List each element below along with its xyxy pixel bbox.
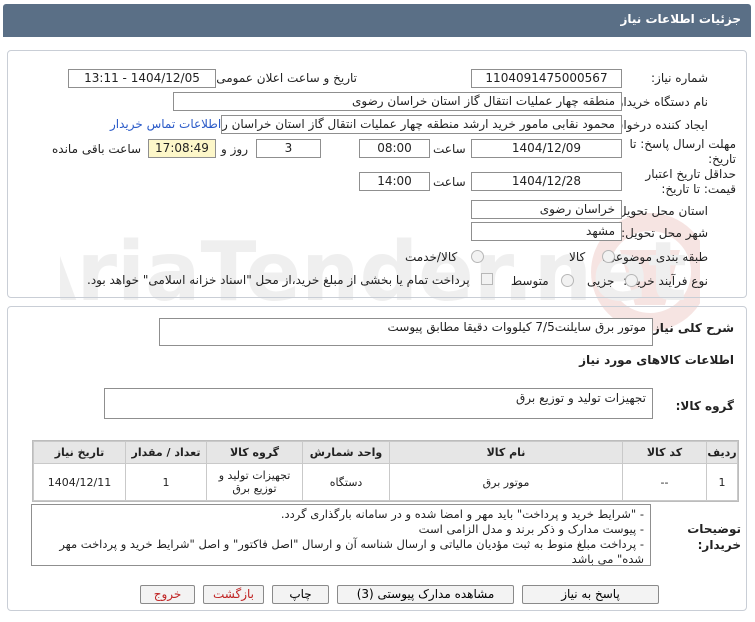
province-label: استان محل تحویل:	[613, 204, 708, 218]
validity-time-label: ساعت	[433, 175, 466, 189]
buyer-org-label: نام دستگاه خریدار:	[613, 95, 709, 109]
remaining-time-label: ساعت باقی مانده	[52, 142, 142, 156]
days-label: روز و	[221, 142, 248, 156]
col-header-need-date: تاریخ نیاز	[33, 441, 126, 464]
cell-unit: دستگاه	[302, 463, 390, 501]
city-field: مشهد	[471, 222, 622, 241]
need-description-label: شرح کلی نیاز:	[648, 321, 734, 335]
validity-date-field: 1404/12/28	[471, 172, 622, 191]
goods-table-header: ردیف کد کالا نام کالا واحد شمارش گروه کا…	[33, 441, 738, 464]
reply-time-label: ساعت	[433, 142, 466, 156]
back-button[interactable]: بازگشت	[203, 585, 264, 604]
table-row: 1 -- موتور برق دستگاه تجهیزات تولید و تو…	[33, 463, 738, 501]
announce-datetime-label: تاریخ و ساعت اعلان عمومی:	[212, 71, 357, 85]
days-remaining-field: 3	[256, 139, 321, 158]
col-header-goods-name: نام کالا	[389, 441, 623, 464]
remaining-time-field: 17:08:49	[148, 139, 216, 158]
buyer-note-line: - پرداخت مبلغ منوط به ثبت مؤدیان مالیاتی…	[59, 537, 644, 566]
buyer-note-line: - پیوست مدارک و ذکر برند و مدل الزامی اس…	[418, 522, 644, 536]
col-header-goods-code: کد کالا	[622, 441, 707, 464]
goods-group-label: گروه کالا:	[675, 399, 734, 413]
page-title: جزئیات اطلاعات نیاز	[620, 12, 741, 26]
treasury-payment-note: پرداخت تمام یا بخشی از مبلغ خرید،از محل …	[87, 273, 470, 287]
validity-time-field: 14:00	[359, 172, 430, 191]
buyer-notes-box: - "شرایط خرید و پرداخت" باید مهر و امضا …	[31, 504, 651, 566]
need-number-field: 1104091475000567	[471, 69, 622, 88]
price-validity-label: حداقل تاریخ اعتبار قیمت: تا تاریخ:	[645, 167, 736, 196]
cell-goods-group: تجهیزات تولید و توزیع برق	[206, 463, 303, 501]
cell-quantity: 1	[125, 463, 207, 501]
requester-field: محمود نقابی مامور خرید ارشد منطقه چهار ع…	[221, 115, 622, 134]
col-header-quantity: تعداد / مقدار	[125, 441, 207, 464]
goods-group-field: تجهیزات تولید و توزیع برق	[104, 388, 653, 419]
buyer-contact-link[interactable]: اطلاعات تماس خریدار	[110, 117, 221, 131]
buyer-notes-label: توضیحات خریدار:	[687, 522, 741, 552]
buyer-note-line: - "شرایط خرید و پرداخت" باید مهر و امضا …	[280, 507, 644, 521]
cell-goods-code: --	[622, 463, 707, 501]
category-option-goods: کالا	[569, 250, 586, 264]
reply-to-need-button[interactable]: پاسخ به نیاز	[522, 585, 659, 604]
purchase-type-option-medium: متوسط	[511, 274, 549, 288]
category-radio-goods-service[interactable]	[471, 250, 484, 263]
print-button[interactable]: چاپ	[272, 585, 329, 604]
col-header-goods-group: گروه کالا	[206, 441, 303, 464]
cell-goods-name: موتور برق	[389, 463, 623, 501]
goods-table: ردیف کد کالا نام کالا واحد شمارش گروه کا…	[32, 440, 739, 502]
buyer-org-field: منطقه چهار عملیات انتقال گاز استان خراسا…	[173, 92, 622, 111]
view-attachments-button[interactable]: مشاهده مدارک پیوستی (3)	[337, 585, 514, 604]
col-header-unit: واحد شمارش	[302, 441, 390, 464]
category-label: طبقه بندی موضوعی:	[601, 250, 708, 264]
title-bar: جزئیات اطلاعات نیاز	[3, 4, 751, 37]
col-header-row-number: ردیف	[706, 441, 738, 464]
exit-button[interactable]: خروج	[140, 585, 195, 604]
need-description-field: موتور برق سایلنت7/5 کیلووات دقیقا مطابق …	[159, 318, 653, 346]
reply-time-field: 08:00	[359, 139, 430, 158]
reply-date-field: 1404/12/09	[471, 139, 622, 158]
category-radio-goods[interactable]	[602, 250, 615, 263]
need-number-label: شماره نیاز:	[651, 71, 708, 85]
announce-datetime-field: 1404/12/05 - 13:11	[68, 69, 216, 88]
cell-row-number: 1	[706, 463, 738, 501]
purchase-type-radio-minor[interactable]	[625, 274, 638, 287]
reply-deadline-label: مهلت ارسال پاسخ: تا تاریخ:	[629, 137, 736, 166]
cell-need-date: 1404/12/11	[33, 463, 126, 501]
category-option-goods-service: کالا/خدمت	[405, 250, 458, 264]
city-label: شهر محل تحویل:	[621, 226, 708, 240]
goods-section-title: اطلاعات کالاهای مورد نیاز	[579, 353, 734, 367]
purchase-type-option-minor: جزیی	[587, 274, 615, 288]
purchase-type-radio-medium[interactable]	[561, 274, 574, 287]
treasury-payment-checkbox[interactable]	[481, 273, 493, 285]
province-field: خراسان رضوی	[471, 200, 622, 219]
